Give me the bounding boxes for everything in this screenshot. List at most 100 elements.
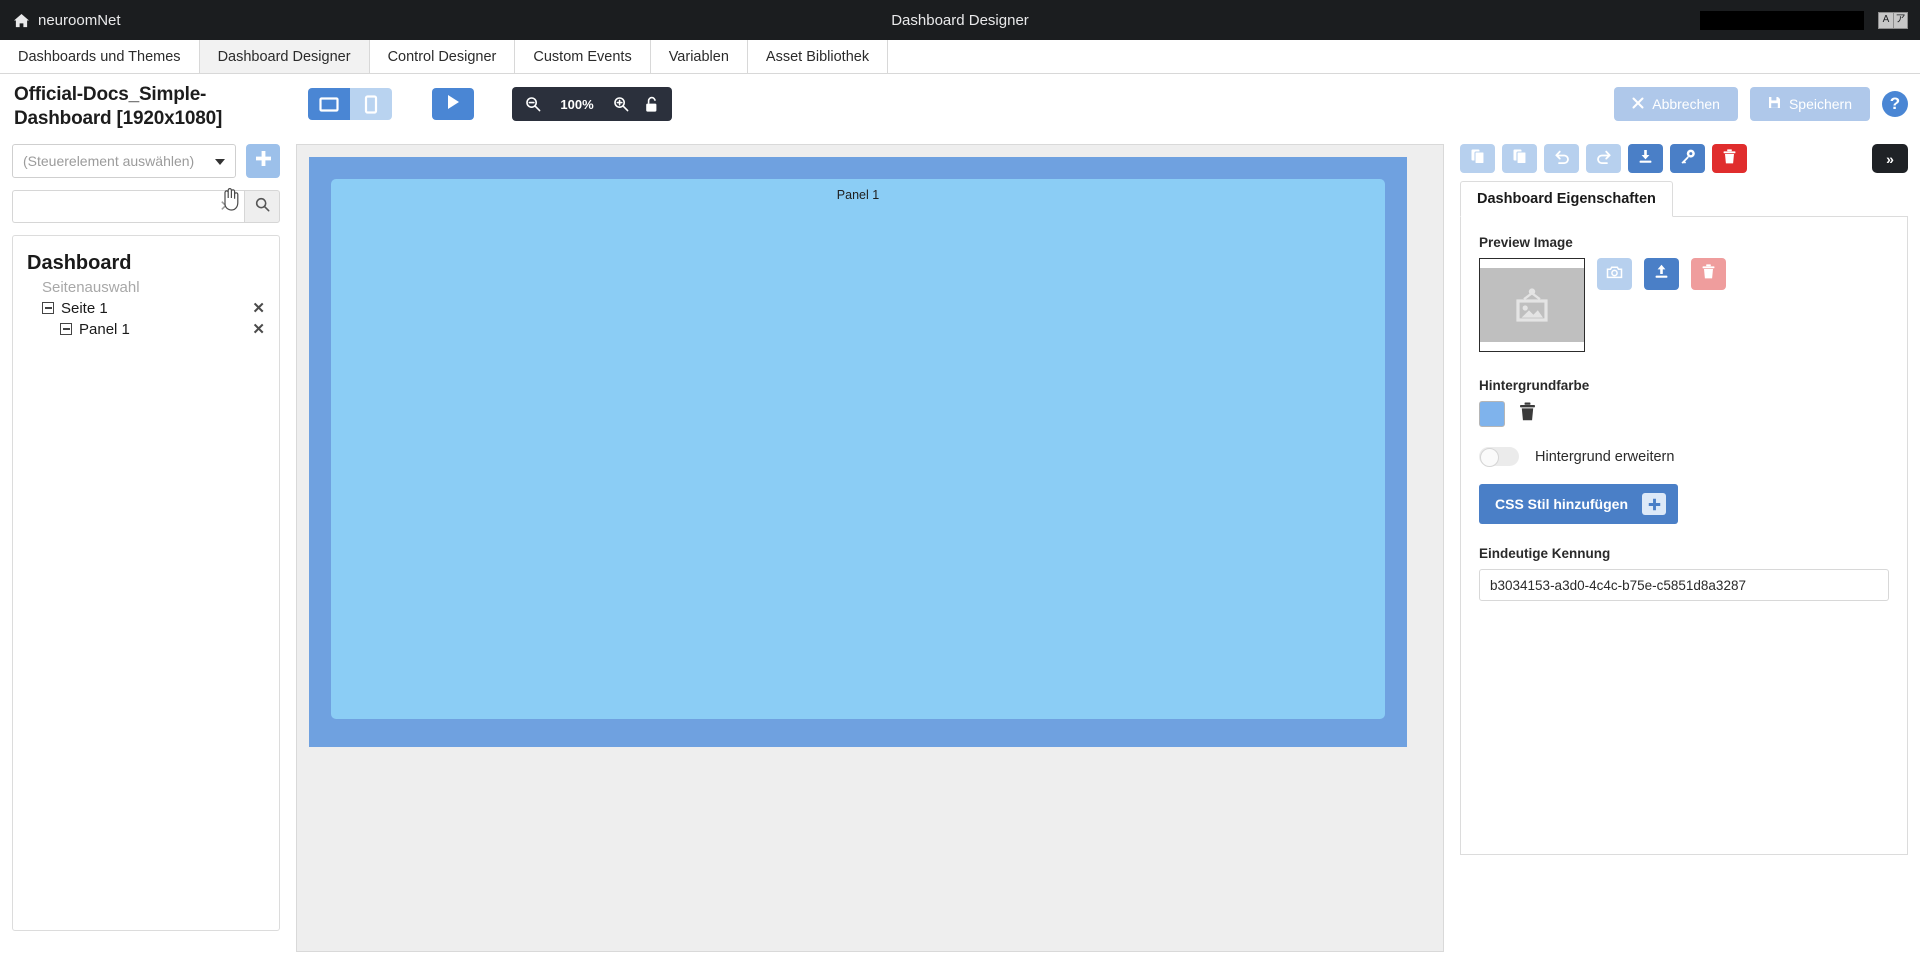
preview-image-thumbnail[interactable]: [1479, 258, 1585, 352]
screenshot-button[interactable]: [1597, 258, 1632, 290]
placeholder-image-icon: [1480, 268, 1584, 342]
undo-button[interactable]: [1544, 144, 1579, 173]
main-area: (Steuerelement auswählen) ✕ Dashboard Se…: [0, 144, 1920, 964]
upload-icon: [1654, 264, 1669, 284]
cancel-button[interactable]: Abbrechen: [1614, 87, 1738, 121]
remove-icon[interactable]: ✕: [244, 299, 265, 317]
view-mode-toggle: [308, 88, 392, 120]
properties-toolbar: »: [1460, 144, 1908, 173]
trash-icon: [1702, 264, 1715, 284]
add-control-button[interactable]: [246, 144, 280, 178]
undo-icon: [1554, 149, 1570, 169]
download-icon: [1638, 149, 1653, 169]
collapse-panel-button[interactable]: »: [1872, 144, 1908, 173]
tab-dashboard-designer[interactable]: Dashboard Designer: [199, 40, 370, 73]
save-button-label: Speichern: [1788, 96, 1852, 112]
zoom-in-icon[interactable]: [613, 96, 629, 112]
remove-icon[interactable]: ✕: [244, 320, 265, 338]
copy-icon: [1471, 149, 1485, 169]
design-canvas[interactable]: Panel 1: [296, 144, 1444, 952]
brand-label: neuroomNet: [38, 11, 121, 29]
download-button[interactable]: [1628, 144, 1663, 173]
search-input[interactable]: [21, 191, 216, 222]
editor-toolbar: Official-Docs_Simple-Dashboard [1920x108…: [0, 74, 1920, 144]
background-color-swatch[interactable]: [1479, 401, 1505, 427]
zoom-level-value: 100%: [560, 96, 594, 112]
chevron-down-icon: [215, 159, 225, 165]
zoom-out-icon[interactable]: [525, 96, 541, 112]
upload-button[interactable]: [1644, 258, 1679, 290]
dashboard-frame[interactable]: Panel 1: [309, 157, 1407, 747]
redacted-user-field: [1700, 10, 1864, 30]
zoom-control-bar: 100%: [512, 87, 672, 121]
language-switch-icon[interactable]: A ア: [1878, 11, 1908, 29]
plus-icon: [255, 150, 272, 172]
add-css-style-label: CSS Stil hinzufügen: [1495, 496, 1628, 512]
key-button[interactable]: [1670, 144, 1705, 173]
properties-body: Preview Image Hintergrundfarbe Hintergru…: [1460, 217, 1908, 855]
tab-dashboards-und-themes[interactable]: Dashboards und Themes: [0, 40, 200, 73]
help-icon[interactable]: ?: [1882, 91, 1908, 117]
search-button[interactable]: [244, 190, 280, 223]
top-bar: neuroomNet Dashboard Designer A ア: [0, 0, 1920, 40]
minus-box-icon[interactable]: [42, 302, 54, 314]
panel-label: Panel 1: [836, 188, 880, 202]
tree-subtitle-seitenauswahl: Seitenauswahl: [42, 279, 140, 296]
tree-item-seite-1[interactable]: Seite 1 ✕: [27, 299, 265, 317]
toolbar-actions: Abbrechen Speichern ?: [1614, 87, 1908, 121]
brand-home-link[interactable]: neuroomNet: [14, 12, 121, 29]
clear-icon[interactable]: ✕: [215, 199, 236, 214]
mobile-view-icon[interactable]: [350, 88, 392, 120]
dashboard-panel[interactable]: Panel 1: [331, 179, 1385, 719]
trash-icon: [1723, 148, 1736, 169]
save-button[interactable]: Speichern: [1749, 87, 1870, 121]
sidebar: (Steuerelement auswählen) ✕ Dashboard Se…: [12, 144, 280, 952]
delete-preview-button[interactable]: [1691, 258, 1726, 290]
nav-tabs: Dashboards und Themes Dashboard Designer…: [0, 40, 1920, 74]
minus-box-icon[interactable]: [60, 323, 72, 335]
tab-control-designer[interactable]: Control Designer: [369, 40, 516, 73]
dashboard-tree: Dashboard Seitenauswahl Seite 1 ✕ Panel …: [12, 235, 280, 931]
lang-a-glyph: A: [1882, 14, 1890, 25]
unlock-icon[interactable]: [644, 96, 659, 113]
extend-background-label: Hintergrund erweitern: [1535, 448, 1675, 465]
preview-image-row: [1479, 258, 1889, 352]
search-input-wrapper: ✕: [12, 190, 244, 223]
tree-item-label: Panel 1: [79, 320, 130, 338]
close-icon: [1632, 96, 1644, 112]
paste-button[interactable]: [1502, 144, 1537, 173]
tab-custom-events[interactable]: Custom Events: [515, 40, 651, 73]
redo-icon: [1596, 149, 1612, 169]
floppy-disk-icon: [1768, 96, 1781, 112]
extend-background-toggle[interactable]: [1479, 447, 1519, 467]
tree-root-dashboard[interactable]: Dashboard: [27, 252, 265, 275]
preview-play-button[interactable]: [432, 88, 474, 120]
tab-asset-bibliothek[interactable]: Asset Bibliothek: [747, 40, 889, 73]
control-select[interactable]: (Steuerelement auswählen): [12, 144, 236, 178]
plus-icon: [1642, 493, 1666, 515]
background-color-label: Hintergrundfarbe: [1479, 378, 1590, 393]
desktop-view-icon[interactable]: [308, 88, 350, 120]
trash-icon[interactable]: [1519, 402, 1536, 426]
app-title: Dashboard Designer: [891, 11, 1029, 29]
unique-id-input[interactable]: [1479, 569, 1889, 601]
redo-button[interactable]: [1586, 144, 1621, 173]
tab-dashboard-eigenschaften[interactable]: Dashboard Eigenschaften: [1460, 181, 1673, 217]
tree-item-panel-1[interactable]: Panel 1 ✕: [27, 320, 265, 338]
add-css-style-button[interactable]: CSS Stil hinzufügen: [1479, 484, 1678, 524]
properties-tab-row: Dashboard Eigenschaften: [1460, 181, 1908, 217]
camera-icon: [1606, 265, 1623, 284]
cancel-button-label: Abbrechen: [1652, 96, 1720, 112]
copy-button[interactable]: [1460, 144, 1495, 173]
delete-button[interactable]: [1712, 144, 1747, 173]
tab-variablen[interactable]: Variablen: [650, 40, 748, 73]
top-bar-right: A ア: [1700, 0, 1908, 40]
home-icon: [14, 13, 29, 28]
control-add-row: (Steuerelement auswählen): [12, 144, 280, 178]
lang-cjk-glyph: ア: [1893, 12, 1907, 28]
search-icon: [255, 197, 270, 217]
preview-image-label: Preview Image: [1479, 235, 1573, 250]
paste-icon: [1513, 149, 1527, 169]
extend-background-row: Hintergrund erweitern: [1479, 447, 1889, 467]
key-icon: [1680, 149, 1696, 169]
